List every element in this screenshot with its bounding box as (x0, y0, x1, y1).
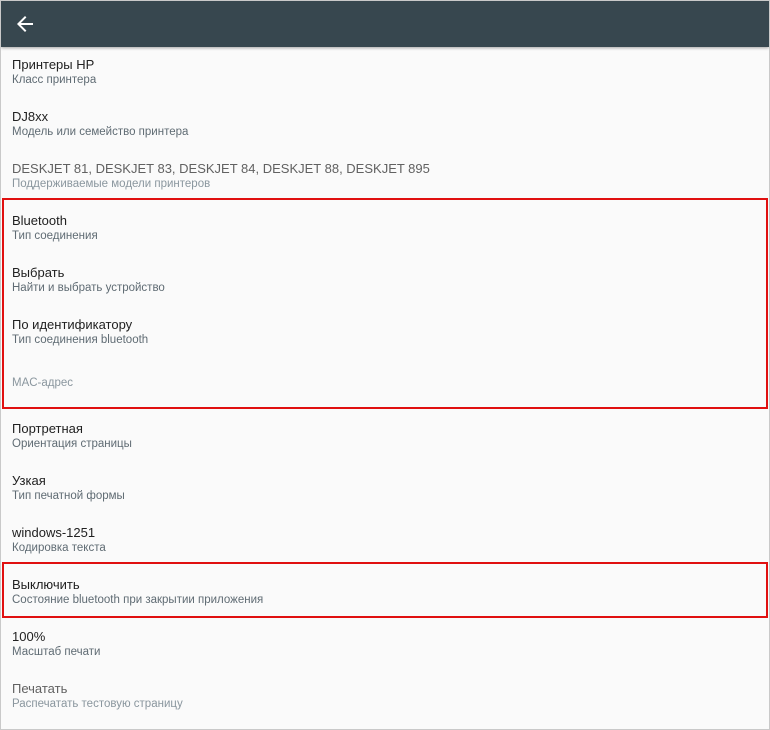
setting-label: Масштаб печати (12, 646, 101, 658)
mac-address-field[interactable]: MAC-адрес (1, 376, 769, 391)
setting-value: Выбрать (12, 265, 65, 280)
setting-label: Тип соединения bluetooth (12, 334, 149, 346)
setting-orientation[interactable]: Портретная Ориентация страницы (1, 421, 769, 452)
setting-test-print[interactable]: Печатать Распечатать тестовую страницу (1, 681, 769, 712)
setting-printer-model[interactable]: DJ8xx Модель или семейство принтера (1, 109, 769, 140)
setting-value: windows-1251 (12, 525, 96, 540)
setting-select-device[interactable]: Выбрать Найти и выбрать устройство (1, 265, 769, 296)
setting-value: Выключить (12, 577, 80, 592)
setting-value: DJ8xx (12, 109, 49, 124)
setting-label: Распечатать тестовую страницу (12, 698, 183, 710)
setting-value: По идентификатору (12, 317, 133, 332)
setting-print-scale[interactable]: 100% Масштаб печати (1, 629, 769, 660)
setting-value: Печатать (12, 681, 68, 696)
setting-label: Модель или семейство принтера (12, 126, 189, 138)
setting-value: DESKJET 81, DESKJET 83, DESKJET 84, DESK… (12, 161, 430, 176)
setting-supported-models: DESKJET 81, DESKJET 83, DESKJET 84, DESK… (1, 161, 769, 192)
setting-value: Принтеры HP (12, 57, 95, 72)
setting-value: Bluetooth (12, 213, 67, 228)
app-window: Принтеры HP Класс принтера DJ8xx Модель … (0, 0, 770, 730)
arrow-left-icon (17, 16, 33, 32)
setting-connection-type[interactable]: Bluetooth Тип соединения (1, 213, 769, 244)
setting-label: Класс принтера (12, 74, 97, 86)
setting-bluetooth-on-close[interactable]: Выключить Состояние bluetooth при закрыт… (1, 577, 769, 608)
mac-address-placeholder: MAC-адрес (12, 377, 74, 389)
setting-label: Тип печатной формы (12, 490, 125, 502)
setting-value: Портретная (12, 421, 83, 436)
setting-value: 100% (12, 629, 46, 644)
setting-label: Найти и выбрать устройство (12, 282, 165, 294)
setting-label: Кодировка текста (12, 542, 106, 554)
setting-label: Тип соединения (12, 230, 98, 242)
setting-label: Ориентация страницы (12, 438, 132, 450)
back-button[interactable] (1, 1, 49, 47)
setting-printer-class[interactable]: Принтеры HP Класс принтера (1, 57, 769, 88)
setting-label: Поддерживаемые модели принтеров (12, 178, 211, 190)
app-bar (1, 1, 769, 47)
setting-bluetooth-connection[interactable]: По идентификатору Тип соединения bluetoo… (1, 317, 769, 348)
setting-print-form[interactable]: Узкая Тип печатной формы (1, 473, 769, 504)
setting-value: Узкая (12, 473, 46, 488)
setting-label: Состояние bluetooth при закрытии приложе… (12, 594, 264, 606)
setting-encoding[interactable]: windows-1251 Кодировка текста (1, 525, 769, 556)
